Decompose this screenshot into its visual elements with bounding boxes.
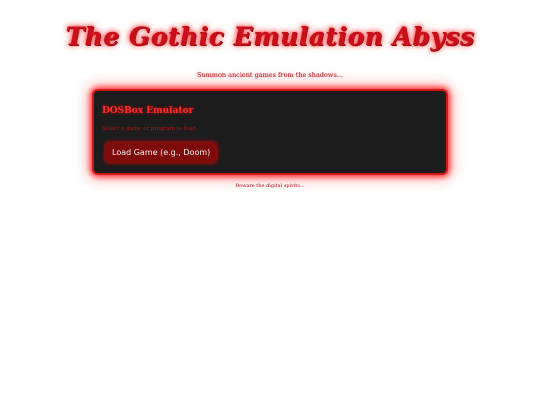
load-game-button[interactable]: Load Game (e.g., Doom) bbox=[106, 143, 217, 162]
emulator-panel: DOSBox Emulator Select a game or program… bbox=[92, 89, 448, 175]
emulator-title: DOSBox Emulator bbox=[102, 106, 194, 116]
page-subtitle: Summon ancient games from the shadows... bbox=[196, 71, 343, 79]
page-title: The Gothic Emulation Abyss bbox=[65, 22, 475, 51]
footer-text: Beware the digital spirits... bbox=[235, 183, 305, 189]
emulator-instructions: Select a game or program to load bbox=[102, 126, 196, 132]
